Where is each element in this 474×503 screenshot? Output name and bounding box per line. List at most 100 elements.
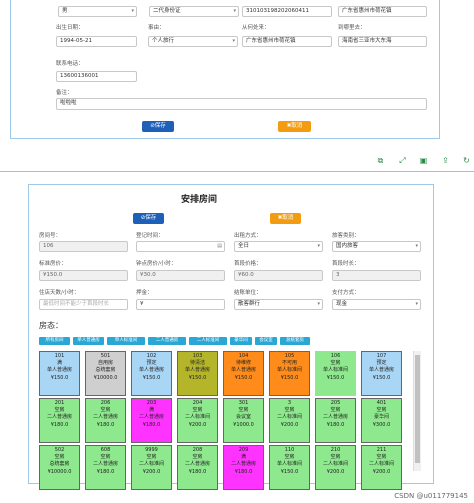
room-card[interactable]: 210 空房 二人标准间 ¥200.0 (315, 445, 356, 490)
room-card[interactable]: 105 不可用 单人标准间 ¥150.0 (269, 351, 310, 396)
room-card[interactable]: 401 空房 豪华间 ¥300.0 (361, 398, 402, 443)
to-input[interactable]: 海南省三亚市大东海 (338, 36, 427, 47)
room-type: 二人普通房 (92, 414, 118, 421)
tab-room-type[interactable]: 豪华间 (230, 337, 252, 345)
gender-select[interactable]: 男 ▾ (58, 6, 137, 17)
arrange-cancel-button[interactable]: ✖取消 (270, 213, 301, 224)
room-price: ¥200.0 (372, 468, 391, 475)
room-card[interactable]: 204 空房 二人标准间 ¥200.0 (177, 398, 218, 443)
pay-select[interactable]: 现金 ▾ (332, 299, 421, 310)
arrange-save-button[interactable]: ⊘保存 (133, 213, 164, 224)
room-card[interactable]: 208 空房 二人普通房 ¥180.0 (177, 445, 218, 490)
tab-room-type[interactable]: 单人标准间 (107, 337, 145, 345)
room-card[interactable]: 107 预定 单人普通房 ¥150.0 (361, 351, 402, 396)
room-card[interactable]: 206 空房 二人普通房 ¥180.0 (85, 398, 126, 443)
room-price: ¥10000.0 (93, 374, 118, 381)
page-title: 安排房间 (181, 195, 218, 205)
room-type: 会议室 (235, 414, 251, 421)
save-icon[interactable]: ▣ (419, 156, 428, 165)
room-card[interactable]: 203 满二人普通房 ¥180.0 (131, 398, 172, 443)
tab-room-type[interactable]: 总统套房 (280, 337, 310, 345)
room-card[interactable]: 501 自用房 总统套房 ¥10000.0 (85, 351, 126, 396)
std-price-input[interactable]: ¥150.0 (39, 270, 128, 281)
scrollbar-thumb[interactable] (415, 355, 420, 463)
remark-label: 备注： (56, 90, 73, 96)
room-type: 单人标准间 (322, 367, 348, 374)
deposit-input[interactable]: ¥ (136, 299, 225, 310)
room-type: 单人普通房 (230, 367, 256, 374)
guest-info-panel: 男 ▾ 二代身份证 ▾ 310103198202060411 广东省惠州市荷花镇 出… (10, 0, 440, 139)
birth-date-input[interactable]: 1994-05-21 (56, 36, 137, 47)
checkin-time-label: 登记时间： (136, 233, 164, 239)
room-type: 二人普通房 (92, 461, 118, 468)
address-input[interactable]: 广东省惠州市荷花镇 (338, 6, 427, 17)
room-card[interactable]: 205 空房 二人普通房 ¥180.0 (315, 398, 356, 443)
room-price: ¥200.0 (188, 421, 207, 428)
id-type-select[interactable]: 二代身份证 ▾ (149, 6, 239, 17)
room-card[interactable]: 3 空房 二人标准间 ¥200.0 (269, 398, 310, 443)
id-number-input[interactable]: 310103198202060411 (242, 6, 332, 17)
copy-icon[interactable]: ⧉ (376, 156, 385, 165)
room-price: ¥180.0 (326, 421, 345, 428)
room-price: ¥200.0 (280, 421, 299, 428)
first-hours-input[interactable]: 3 (332, 270, 421, 281)
room-card[interactable]: 104 待维修 单人普通房 ¥150.0 (223, 351, 264, 396)
room-card[interactable]: 209 满二人普通房 ¥180.0 (223, 445, 264, 490)
guest-type-select[interactable]: 国内旅客 ▾ (332, 241, 421, 252)
room-card[interactable]: 608 空房 二人普通房 ¥180.0 (85, 445, 126, 490)
room-card[interactable]: 211 空房 二人标准间 ¥200.0 (361, 445, 402, 490)
std-price-label: 标准房价： (39, 261, 67, 267)
room-card[interactable]: 101 满单人普通房 ¥150.0 (39, 351, 80, 396)
toolbar-divider (0, 171, 474, 172)
room-card[interactable]: 201 空房 二人普通房 ¥180.0 (39, 398, 80, 443)
expand-icon[interactable]: ⤢ (398, 156, 407, 165)
room-price: ¥200.0 (326, 468, 345, 475)
room-type: 二人标准间 (368, 461, 394, 468)
calendar-icon[interactable]: ▤ (217, 242, 222, 251)
room-card[interactable]: 103 待清洁 单人普通房 ¥150.0 (177, 351, 218, 396)
pay-label: 支付方式： (332, 290, 360, 296)
export-icon[interactable]: ⇪ (441, 156, 450, 165)
room-type: 单人普通房 (138, 367, 164, 374)
phone-input[interactable]: 13600136001 (56, 71, 137, 82)
room-no-input[interactable]: 106 (39, 241, 128, 252)
deposit-label: 押金： (136, 290, 153, 296)
room-type: 二人普通房 (230, 461, 256, 468)
settle-select[interactable]: 散客群行 ▾ (234, 299, 323, 310)
room-type: 单人普通房 (46, 367, 72, 374)
phone-label: 联系电话： (56, 61, 84, 67)
room-no-label: 房间号： (39, 233, 62, 239)
tab-room-type[interactable]: 会议室 (255, 337, 277, 345)
room-type: 单人标准间 (276, 367, 302, 374)
room-card[interactable]: 110 空房 单人标准间 ¥150.0 (269, 445, 310, 490)
refresh-icon[interactable]: ↻ (462, 156, 471, 165)
checkin-time-input[interactable]: ▤ (136, 241, 225, 252)
room-price: ¥150.0 (142, 374, 161, 381)
room-price: ¥150.0 (326, 374, 345, 381)
reason-select[interactable]: 个人旅行 ▾ (148, 36, 238, 47)
save-button[interactable]: ⊘保存 (142, 121, 174, 132)
room-card[interactable]: 502 空房 总统套房 ¥10000.0 (39, 445, 80, 490)
room-card[interactable]: 106 空房 单人标准间 ¥150.0 (315, 351, 356, 396)
room-card[interactable]: 102 预定 单人普通房 ¥150.0 (131, 351, 172, 396)
room-price: ¥180.0 (96, 468, 115, 475)
tab-room-type[interactable]: 所有房间 (39, 337, 70, 345)
room-status-label: 房态： (39, 321, 63, 330)
room-card[interactable]: 301 空房 会议室 ¥1000.0 (223, 398, 264, 443)
cancel-button[interactable]: ✖取消 (278, 121, 311, 132)
room-grid-scrollbar[interactable] (413, 351, 421, 471)
room-type: 二人普通房 (46, 414, 72, 421)
hourly-price-input[interactable]: ¥30.0 (136, 270, 225, 281)
remark-input[interactable]: 啦啦啦 (56, 98, 427, 110)
from-input[interactable]: 广东省惠州市荷花镇 (242, 36, 332, 47)
room-card[interactable]: 9999 空房 二人标准间 ¥200.0 (131, 445, 172, 490)
tab-room-type[interactable]: 二人普通房 (148, 337, 186, 345)
first-price-input[interactable]: ¥60.0 (234, 270, 323, 281)
room-price: ¥300.0 (372, 421, 391, 428)
room-type: 二人普通房 (184, 461, 210, 468)
rent-type-select[interactable]: 全日 ▾ (234, 241, 323, 252)
tab-room-type[interactable]: 二人标准间 (189, 337, 227, 345)
room-price: ¥150.0 (280, 374, 299, 381)
days-input[interactable]: 最低时间不能少于首段时长 (39, 299, 128, 310)
tab-room-type[interactable]: 单人普通房 (73, 337, 104, 345)
